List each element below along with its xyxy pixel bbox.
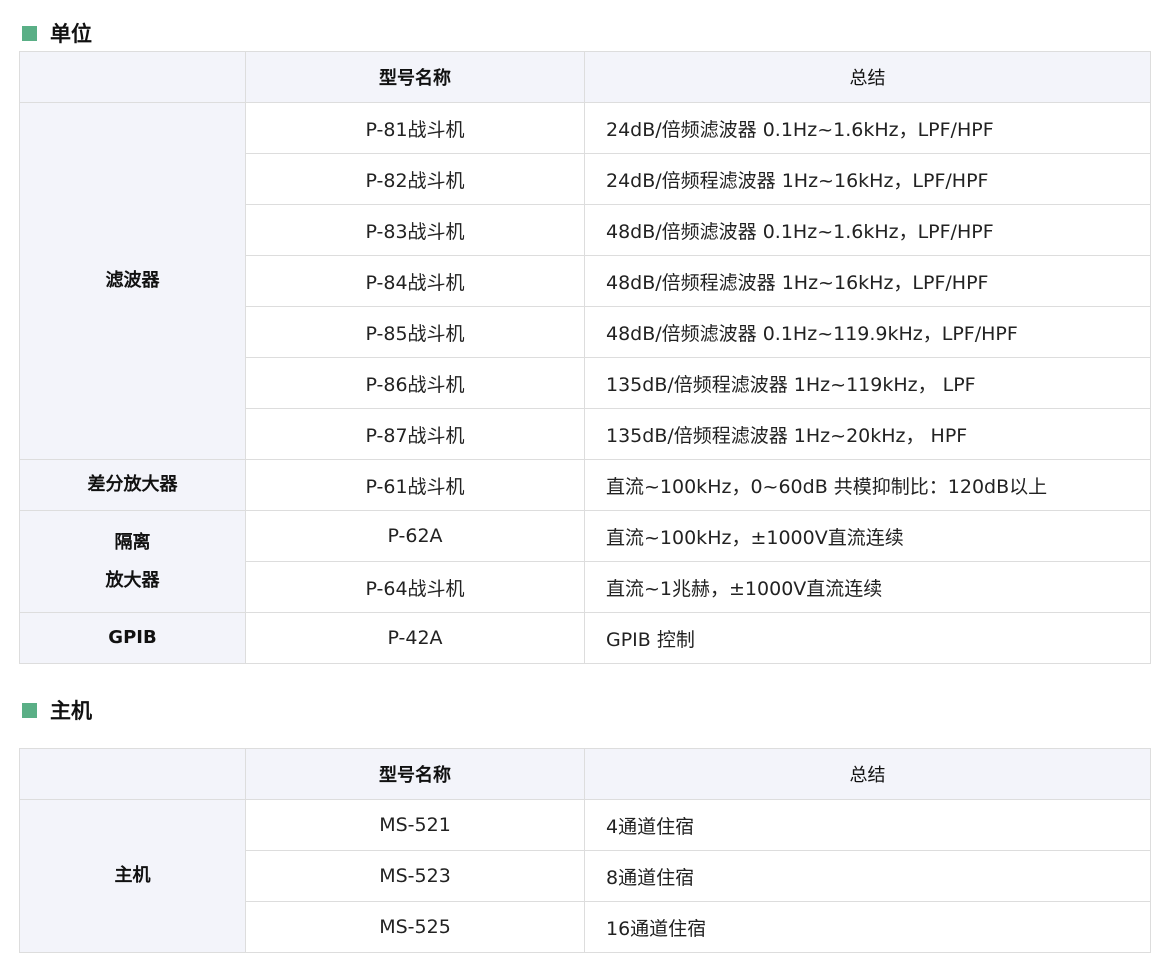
units-table: 型号名称 总结滤波器 P-81战斗机 24dB/倍频滤波器 0.1Hz~1.6kHz，… (19, 51, 1151, 664)
model-name-cell: P-64战斗机 (245, 561, 585, 613)
model-name-cell: MS-525 (245, 901, 585, 953)
table-row: GPIB P-42A GPIB 控制 (19, 612, 1151, 664)
summary-cell: GPIB 控制 (584, 612, 1151, 664)
host-table: 型号名称 总结主机 MS-521 4通道住宿 MS-523 8通道住宿 MS-525 16通道… (19, 748, 1151, 953)
category-label: 隔离 放大器 (105, 531, 160, 591)
summary-cell: 4通道住宿 (584, 799, 1151, 851)
model-name-cell: P-62A (245, 510, 585, 562)
summary-cell: 24dB/倍频程滤波器 1Hz~16kHz，LPF/HPF (584, 153, 1151, 205)
model-name-cell: MS-523 (245, 850, 585, 902)
summary-cell: 48dB/倍频程滤波器 1Hz~16kHz，LPF/HPF (584, 255, 1151, 307)
summary-cell: 24dB/倍频滤波器 0.1Hz~1.6kHz，LPF/HPF (584, 102, 1151, 154)
model-name-cell: P-87战斗机 (245, 408, 585, 460)
model-name-cell: P-81战斗机 (245, 102, 585, 154)
model-name-cell: P-85战斗机 (245, 306, 585, 358)
model-name-cell: P-42A (245, 612, 585, 664)
header-summary: 总结 (584, 51, 1151, 103)
model-name-cell: P-83战斗机 (245, 204, 585, 256)
category-cell: 滤波器 (19, 102, 246, 460)
summary-cell: 直流~100kHz，0~60dB 共模抑制比：120dB以上 (584, 459, 1151, 511)
model-name-cell: P-84战斗机 (245, 255, 585, 307)
category-label: 滤波器 (105, 270, 160, 291)
table-row: 隔离 放大器 P-62A 直流~100kHz，±1000V直流连续 (19, 510, 1151, 613)
host-section-title: 主机 (50, 699, 92, 723)
model-name-cell: MS-521 (245, 799, 585, 851)
table-header-row: 型号名称 总结 (19, 51, 1151, 103)
category-label: 差分放大器 (87, 474, 178, 495)
units-section-heading: 单位 (20, 18, 92, 48)
category-label: GPIB (108, 627, 157, 648)
summary-cell: 135dB/倍频程滤波器 1Hz~119kHz， LPF (584, 357, 1151, 409)
green-square-icon (22, 702, 37, 718)
category-label: 主机 (114, 865, 151, 886)
host-table-body: 型号名称 总结主机 MS-521 4通道住宿 MS-523 8通道住宿 MS-525 16通道… (19, 748, 1151, 953)
header-category (19, 51, 246, 103)
summary-cell: 135dB/倍频程滤波器 1Hz~20kHz， HPF (584, 408, 1151, 460)
summary-cell: 8通道住宿 (584, 850, 1151, 902)
summary-cell: 直流~1兆赫，±1000V直流连续 (584, 561, 1151, 613)
model-name-cell: P-86战斗机 (245, 357, 585, 409)
model-name-cell: P-61战斗机 (245, 459, 585, 511)
summary-cell: 48dB/倍频滤波器 0.1Hz~1.6kHz，LPF/HPF (584, 204, 1151, 256)
units-section-title: 单位 (50, 22, 92, 46)
category-cell: 差分放大器 (19, 459, 246, 511)
units-table-body: 型号名称 总结滤波器 P-81战斗机 24dB/倍频滤波器 0.1Hz~1.6kHz，… (19, 51, 1151, 664)
table-header-row: 型号名称 总结 (19, 748, 1151, 800)
summary-cell: 16通道住宿 (584, 901, 1151, 953)
table-row: 差分放大器 P-61战斗机 直流~100kHz，0~60dB 共模抑制比：120dB… (19, 459, 1151, 511)
host-section-heading: 主机 (20, 695, 92, 725)
header-model-name: 型号名称 (245, 51, 585, 103)
category-cell: 主机 (19, 799, 246, 953)
header-summary: 总结 (584, 748, 1151, 800)
summary-cell: 48dB/倍频滤波器 0.1Hz~119.9kHz，LPF/HPF (584, 306, 1151, 358)
model-name-cell: P-82战斗机 (245, 153, 585, 205)
category-cell: 隔离 放大器 (19, 510, 246, 613)
green-square-icon (22, 25, 37, 41)
header-category (19, 748, 246, 800)
category-cell: GPIB (19, 612, 246, 664)
header-model-name: 型号名称 (245, 748, 585, 800)
table-row: 主机 MS-521 4通道住宿 (19, 799, 1151, 953)
summary-cell: 直流~100kHz，±1000V直流连续 (584, 510, 1151, 562)
table-row: 滤波器 P-81战斗机 24dB/倍频滤波器 0.1Hz~1.6kHz，LPF/HP… (19, 102, 1151, 460)
